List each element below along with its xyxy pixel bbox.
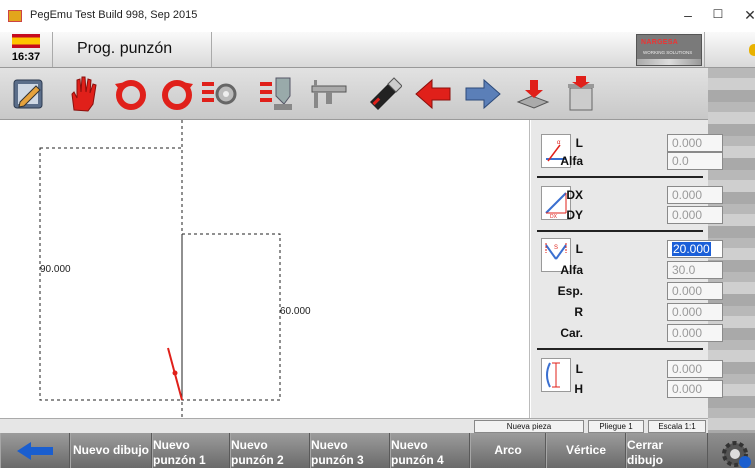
vertice-button[interactable]: Vértice	[546, 433, 626, 468]
nuevo-punzon-3-button[interactable]: Nuevo punzón 3	[310, 433, 390, 468]
param-alfa-field[interactable]: 30.0	[667, 261, 723, 279]
param-dy-field[interactable]: 0.000	[667, 206, 723, 224]
button-label: Nuevo	[231, 437, 268, 452]
brand-tagline: WORKING SOLUTIONS	[643, 50, 693, 55]
brand-logo: NARGESA WORKING SOLUTIONS	[636, 34, 702, 66]
clock: 16:37	[11, 51, 41, 63]
button-label: punzón 2	[231, 452, 284, 467]
status-bar: Nueva pieza Pliegue 1 Escala 1:1	[0, 418, 708, 433]
selected-text: 20.000	[672, 242, 711, 256]
status-bend: Pliegue 1	[588, 420, 644, 433]
app-window: PegEmu Test Build 998, Sep 2015 – ☐ ✕ 16…	[0, 0, 755, 468]
rotate-left-icon[interactable]	[112, 74, 150, 114]
button-label: Nuevo dibujo	[73, 443, 149, 457]
status-piece: Nueva pieza	[474, 420, 584, 433]
rotate-right-icon[interactable]	[158, 74, 196, 114]
nuevo-punzon-2-button[interactable]: Nuevo punzón 2	[230, 433, 310, 468]
nuevo-punzon-1-button[interactable]: Nuevo punzón 1	[152, 433, 230, 468]
brand-name: NARGESA	[641, 39, 679, 46]
caliper-icon[interactable]	[310, 74, 348, 114]
save-icon[interactable]	[514, 74, 552, 114]
param-l-field[interactable]: 0.000	[667, 360, 723, 378]
param-h-field[interactable]: 0.000	[667, 380, 723, 398]
separator	[537, 348, 703, 350]
punch-vertex	[172, 370, 178, 376]
param-alfa-field[interactable]: 0.0	[667, 152, 723, 170]
separator	[537, 230, 703, 232]
close-button[interactable]: ✕	[738, 7, 755, 24]
punch-drawing	[39, 120, 281, 418]
param-dx-field[interactable]: 0.000	[667, 186, 723, 204]
param-r-field[interactable]: 0.000	[667, 303, 723, 321]
header-bar: 16:37 Prog. punzón NARGESA WORKING SOLUT…	[0, 32, 755, 68]
arco-button[interactable]: Arco	[470, 433, 546, 468]
drawing-canvas[interactable]: 90.000 60.000	[0, 120, 530, 418]
button-label: Nuevo	[391, 437, 428, 452]
param-esp-field[interactable]: 0.000	[667, 282, 723, 300]
param-l-field-active[interactable]: 20.000	[667, 240, 723, 258]
param-label: DY	[566, 208, 583, 222]
app-icon	[8, 10, 22, 22]
dimension-right: 60.000	[280, 306, 311, 317]
dimension-left: 90.000	[40, 264, 71, 275]
param-label: Alfa	[560, 263, 583, 277]
bottom-button-bar: Nuevo dibujo Nuevo punzón 1 Nuevo punzón 2…	[0, 433, 755, 468]
param-l-field[interactable]: 0.000	[667, 134, 723, 152]
toolbar	[0, 68, 708, 120]
partial-icon	[749, 44, 755, 56]
header-right-area	[704, 32, 755, 67]
brand-stripe	[637, 59, 701, 65]
param-label: Esp.	[557, 284, 583, 298]
arrow-left-icon[interactable]	[414, 74, 452, 114]
separator	[537, 176, 703, 178]
page-title: Prog. punzón	[52, 32, 212, 67]
param-label: Car.	[560, 326, 583, 340]
param-label: H	[574, 382, 583, 396]
button-label: punzón 3	[311, 452, 364, 467]
window-titlebar: PegEmu Test Build 998, Sep 2015 – ☐ ✕	[0, 0, 755, 32]
settings-list-icon[interactable]	[200, 74, 238, 114]
button-label: Arco	[494, 443, 522, 457]
pencil-icon[interactable]	[10, 74, 48, 114]
button-label: Nuevo	[311, 437, 348, 452]
trash-icon[interactable]	[562, 74, 600, 114]
button-label: Nuevo	[153, 437, 190, 452]
status-scale: Escala 1:1	[648, 420, 706, 433]
back-arrow-icon	[17, 441, 53, 460]
spain-flag-icon	[12, 34, 40, 48]
right-bound-rect	[181, 233, 281, 401]
param-label: L	[575, 362, 583, 376]
param-label: DX	[566, 188, 583, 202]
button-label: Cerrar	[627, 437, 664, 452]
button-label: dibujo	[627, 452, 663, 467]
gear-icon[interactable]	[715, 436, 755, 468]
tool-list-icon[interactable]	[258, 74, 296, 114]
window-title: PegEmu Test Build 998, Sep 2015	[30, 9, 198, 21]
cerrar-dibujo-button[interactable]: Cerrar dibujo	[626, 433, 708, 468]
language-selector[interactable]: 16:37	[8, 34, 44, 66]
parameters-panel: α L 0.000 Alfa 0.0 DX DX 0.000 DY 0.000 …	[531, 120, 723, 418]
button-label: Vértice	[565, 443, 607, 457]
maximize-button[interactable]: ☐	[706, 7, 730, 21]
arrow-right-icon[interactable]	[464, 74, 502, 114]
usb-icon[interactable]	[364, 74, 403, 114]
param-label: L	[575, 136, 583, 150]
nuevo-punzon-4-button[interactable]: Nuevo punzón 4	[390, 433, 470, 468]
minimize-button[interactable]: –	[676, 7, 700, 23]
button-label: punzón 4	[391, 452, 444, 467]
button-label: punzón 1	[153, 452, 206, 467]
nuevo-dibujo-button[interactable]: Nuevo dibujo	[70, 433, 152, 468]
back-button[interactable]	[0, 433, 70, 468]
param-car-field[interactable]: 0.000	[667, 324, 723, 342]
stop-hand-icon[interactable]	[64, 74, 102, 114]
param-label: Alfa	[560, 154, 583, 168]
param-label: R	[574, 305, 583, 319]
param-label: L	[575, 242, 583, 256]
